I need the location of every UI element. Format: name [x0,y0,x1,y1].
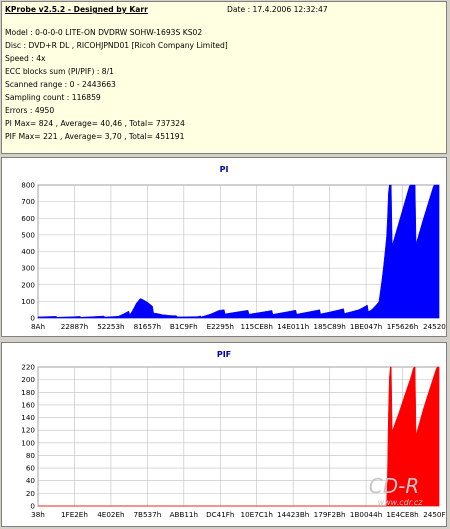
pi-chart: 01002003004005006007008008Ah 22887h 52253h… [21,181,446,332]
pi-ytick-label: 600 [21,214,35,223]
pi-ytick-label: 100 [21,297,35,306]
pif-xtick-label: 7B537h [133,510,161,519]
pif-ytick-label: 140 [21,413,35,422]
pif-chart-panel: PIF 0 20 40 60 80 100 120 140 160 180 200 220 38h 1FE… [1,342,447,527]
pi-xtick-label: 52253h [97,322,124,331]
report-info-box: KProbe v2.5.2 - Designed by Karr Date : … [1,1,447,154]
pi-ytick-label: 700 [21,197,35,206]
info-scanned-range: Scanned range : 0 - 2443663 [5,80,116,89]
pi-xtick-label: 1BE047h [350,322,382,331]
pif-xtick-label: DC41Fh [206,510,234,519]
pi-ytick-label: 400 [21,247,35,256]
pif-ytick-label: 180 [21,388,35,397]
report-title: KProbe v2.5.2 - Designed by Karr [5,5,148,14]
pi-xtick-label: 14E011h [277,322,309,331]
pif-ytick-label: 20 [26,489,36,498]
pif-xtick-label: 14423Bh [277,510,309,519]
pif-xtick-label: 1FE2Eh [61,510,88,519]
pif-xtick-label: 1E4CE8h [386,510,418,519]
pif-xtick-label: 38h [31,510,45,519]
watermark-url: www.cdr.cz [378,498,424,507]
info-pif-stats: PIF Max= 221 , Average= 3,70 , Total= 45… [5,132,185,141]
pi-xtick-label: 245207h [423,322,446,331]
pi-ytick-label: 200 [21,280,35,289]
info-sampling-count: Sampling count : 116859 [5,93,101,102]
info-disc: Disc : DVD+R DL , RICOHJPND01 [Ricoh Com… [5,41,228,50]
pif-ytick-label: 220 [21,363,35,372]
pif-ytick-label: 60 [26,464,36,473]
report-date: Date : 17.4.2006 12:32:47 [227,5,328,14]
info-errors: Errors : 4950 [5,106,55,115]
pif-ytick-label: 120 [21,426,35,435]
info-model: Model : 0-0-0-0 LITE-ON DVDRW SOHW-1693S… [5,28,203,37]
pif-ytick-label: 160 [21,400,35,409]
pi-ytick-label: 300 [21,264,35,273]
info-pi-stats: PI Max= 824 , Average= 40,46 , Total= 73… [5,119,185,128]
pi-xtick-label: 1F5626h [387,322,419,331]
pif-xtick-label: 10E7C1h [241,510,273,519]
pi-ytick-label: 500 [21,230,35,239]
pif-ytick-label: 80 [26,451,36,460]
pi-xtick-label: B1C9Fh [170,322,198,331]
pi-xtick-label: E2295h [207,322,234,331]
pif-xtick-label: 179F2Bh [314,510,346,519]
pif-ytick-label: 100 [21,438,35,447]
pi-xtick-label: 81657h [134,322,161,331]
pif-ytick-label: 40 [26,476,36,485]
pif-xtick-label: 1B0044h [350,510,382,519]
pi-xtick-label: 185C89h [313,322,345,331]
pif-chart: 02040608010012014016018020022038h 1FE2Eh 4… [21,363,446,520]
pi-xtick-label: 115CE8h [241,322,273,331]
info-speed: Speed : 4x [5,54,46,63]
pi-ytick-label: 800 [21,181,35,190]
watermark-logo: CD-R [369,474,419,498]
pif-xtick-label: ABB11h [170,510,198,519]
pif-xtick-label: 4E02Eh [97,510,124,519]
pi-xtick-label: 8Ah [31,322,45,331]
pif-ytick-label: 200 [21,375,35,384]
pi-chart-panel: PI 0 100 200 300 400 500 600 700 800 8Ah 22887h 522… [1,157,447,337]
pi-xtick-label: 22887h [61,322,88,331]
pif-xtick-label: 2450F9h [423,510,446,519]
info-ecc: ECC blocks sum (PI/PIF) : 8/1 [5,67,115,76]
